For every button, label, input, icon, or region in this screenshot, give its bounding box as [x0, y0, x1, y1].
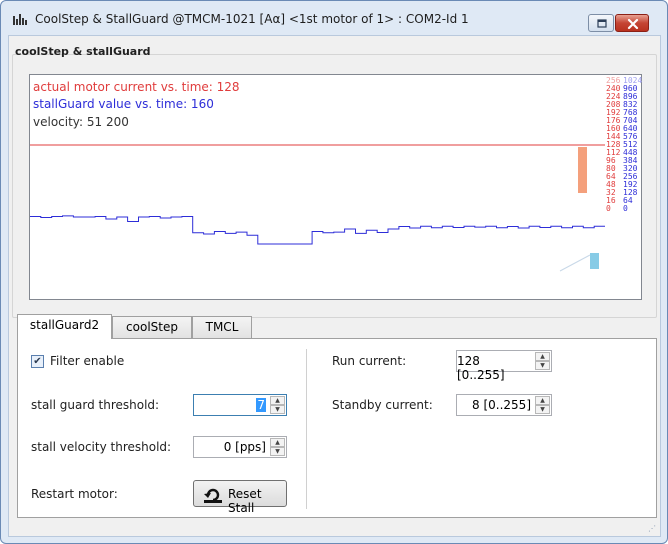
restore-icon: [597, 19, 607, 28]
standby-current-spinbox[interactable]: 8 [0..255] ▲ ▼: [456, 394, 552, 416]
close-button[interactable]: [615, 14, 649, 32]
run-current-label: Run current:: [332, 354, 407, 368]
tab-stallguard2[interactable]: stallGuard2: [17, 314, 112, 339]
window-title: CoolStep & StallGuard @TMCM-1021 [Aα] <1…: [35, 12, 469, 26]
legend-stallguard: stallGuard value vs. time: 160: [33, 97, 214, 111]
threshold-value: 7: [256, 398, 266, 412]
velocity-threshold-value: 0 [pps]: [223, 440, 266, 454]
run-current-spinbox[interactable]: 128 [0..255] ▲ ▼: [456, 350, 552, 382]
reset-icon: [204, 488, 222, 503]
window: CoolStep & StallGuard @TMCM-1021 [Aα] <1…: [0, 0, 668, 544]
panel-divider: [306, 349, 307, 509]
spin-up-icon[interactable]: ▲: [270, 438, 285, 447]
velocity-threshold-spinbox[interactable]: 0 [pps] ▲ ▼: [193, 436, 287, 458]
stallguard-scale: 1024 960 896 832 768 704 640 576 512 448 384 320 256…: [623, 77, 642, 213]
filter-enable-label: Filter enable: [50, 354, 125, 368]
spin-down-icon[interactable]: ▼: [270, 447, 285, 456]
tab-tmcl[interactable]: TMCL: [192, 316, 252, 338]
current-level-bar: [578, 147, 587, 193]
stallguard-series-line: [30, 215, 605, 245]
legend-velocity: velocity: 51 200: [33, 115, 129, 129]
reset-stall-label: Reset Stall: [228, 487, 262, 515]
velocity-threshold-label: stall velocity threshold:: [31, 440, 172, 454]
reset-stall-button[interactable]: Reset Stall: [193, 480, 287, 515]
tab-strip: stallGuard2 coolStep TMCL: [17, 314, 657, 339]
restart-motor-label: Restart motor:: [31, 487, 118, 501]
chart-area: actual motor current vs. time: 128 stall…: [29, 74, 642, 300]
client-area: coolStep & stallGuard actual motor curre…: [8, 35, 661, 537]
title-bar[interactable]: CoolStep & StallGuard @TMCM-1021 [Aα] <1…: [1, 1, 667, 35]
level-connector: [559, 254, 591, 272]
stallguard2-panel: ✔ Filter enable stall guard threshold: 7…: [17, 338, 657, 518]
spin-down-icon[interactable]: ▼: [535, 361, 550, 370]
tab-coolstep[interactable]: coolStep: [112, 316, 192, 338]
resize-grip-icon[interactable]: ⋰: [648, 524, 658, 534]
current-tick: 0: [606, 204, 611, 213]
stallguard-tick: 0: [623, 204, 628, 213]
spin-up-icon[interactable]: ▲: [535, 352, 550, 361]
spin-down-icon[interactable]: ▼: [270, 405, 285, 414]
current-scale: 256 240 224 208 192 176 160 144 128 112 96 80 64 48 32…: [606, 77, 620, 213]
close-icon: [627, 18, 639, 30]
bar-chart-icon: [13, 14, 27, 25]
run-current-value: 128 [0..255]: [457, 354, 505, 382]
legend-current: actual motor current vs. time: 128: [33, 80, 240, 94]
standby-current-value: 8 [0..255]: [472, 398, 531, 412]
threshold-spinbox[interactable]: 7 ▲ ▼: [193, 394, 287, 416]
filter-enable-checkbox[interactable]: ✔: [31, 355, 44, 368]
group-label: coolStep & stallGuard: [15, 45, 151, 58]
spin-down-icon[interactable]: ▼: [535, 405, 550, 414]
spin-up-icon[interactable]: ▲: [535, 396, 550, 405]
standby-current-label: Standby current:: [332, 398, 433, 412]
spin-up-icon[interactable]: ▲: [270, 396, 285, 405]
stallguard-level-bar: [590, 253, 599, 269]
threshold-label: stall guard threshold:: [31, 398, 160, 412]
restore-button[interactable]: [588, 14, 614, 32]
